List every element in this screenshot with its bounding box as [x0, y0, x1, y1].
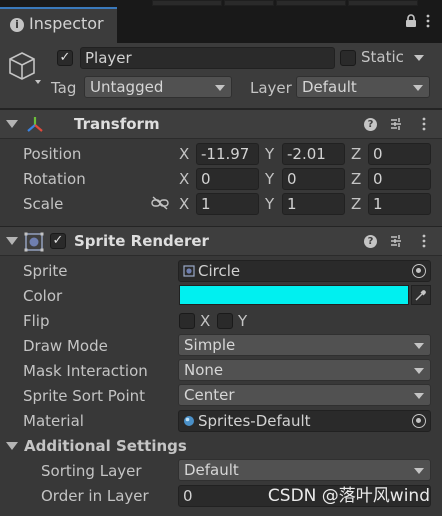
chevron-down-icon: [414, 468, 424, 474]
material-field[interactable]: Sprites-Default: [178, 410, 431, 432]
sprite-label: Sprite: [23, 262, 68, 280]
draw-mode-label: Draw Mode: [23, 337, 108, 355]
rotation-z-field[interactable]: 0: [368, 168, 431, 190]
constrain-proportions-icon[interactable]: [151, 196, 169, 214]
additional-settings-foldout-icon[interactable]: [6, 442, 18, 450]
context-menu-icon[interactable]: [421, 117, 427, 135]
sprite-renderer-icon: [24, 232, 44, 256]
flip-x-checkbox[interactable]: [179, 313, 195, 329]
eyedropper-icon: [415, 290, 426, 301]
mask-interaction-dropdown[interactable]: None: [178, 359, 431, 381]
object-picker-icon[interactable]: [412, 264, 426, 278]
transform-icon: [25, 115, 45, 139]
more-menu-icon[interactable]: [425, 14, 431, 32]
tag-value: Untagged: [90, 78, 164, 96]
context-menu-icon[interactable]: [421, 234, 427, 252]
help-icon[interactable]: ?: [364, 118, 377, 131]
chevron-down-icon: [215, 85, 225, 91]
gameobject-cube-icon[interactable]: [8, 51, 42, 89]
sprite-value: Circle: [198, 262, 241, 280]
presets-icon[interactable]: [389, 234, 403, 252]
rotation-z-axis[interactable]: Z: [351, 170, 361, 188]
layer-dropdown[interactable]: Default: [296, 76, 430, 98]
scale-z-axis[interactable]: Z: [351, 195, 361, 213]
sprite-renderer-header[interactable]: ✓ Sprite Renderer ?: [0, 226, 442, 256]
mask-interaction-label: Mask Interaction: [23, 362, 148, 380]
foldout-arrow-icon[interactable]: [6, 237, 18, 245]
rotation-y-axis[interactable]: Y: [265, 170, 274, 188]
tag-dropdown[interactable]: Untagged: [84, 76, 232, 98]
draw-mode-dropdown[interactable]: Simple: [178, 334, 431, 356]
tab-bar: i Inspector: [0, 0, 442, 43]
tab-inspector[interactable]: i Inspector: [0, 7, 117, 43]
sort-point-dropdown[interactable]: Center: [178, 384, 431, 406]
help-icon[interactable]: ?: [364, 235, 377, 248]
position-z-axis[interactable]: Z: [351, 145, 361, 163]
sprite-field[interactable]: Circle: [178, 260, 431, 282]
object-picker-icon[interactable]: [412, 414, 426, 428]
foldout-arrow-icon[interactable]: [6, 120, 18, 128]
transform-title: Transform: [74, 115, 160, 133]
scale-y-axis[interactable]: Y: [265, 195, 274, 213]
position-label[interactable]: Position: [23, 145, 81, 163]
position-z-field[interactable]: 0: [368, 143, 431, 165]
rotation-label[interactable]: Rotation: [23, 170, 86, 188]
flip-y-label: Y: [238, 312, 248, 330]
lock-icon[interactable]: [405, 14, 417, 32]
mask-interaction-value: None: [184, 361, 224, 379]
sorting-layer-value: Default: [184, 461, 239, 479]
rotation-y-field[interactable]: 0: [282, 168, 345, 190]
position-y-axis[interactable]: Y: [265, 145, 274, 163]
layer-label: Layer: [250, 79, 292, 97]
flip-y-checkbox[interactable]: [217, 313, 233, 329]
position-x-field[interactable]: -11.97: [196, 143, 259, 165]
tab-strip-edge: [122, 0, 442, 6]
chevron-down-icon: [413, 85, 423, 91]
scale-x-axis[interactable]: X: [179, 195, 189, 213]
scale-label[interactable]: Scale: [23, 195, 63, 213]
chevron-down-icon: [414, 343, 424, 349]
order-in-layer-label: Order in Layer: [41, 487, 149, 505]
sorting-layer-dropdown[interactable]: Default: [178, 459, 431, 481]
position-x-axis[interactable]: X: [179, 145, 189, 163]
color-label: Color: [23, 287, 63, 305]
rotation-x-field[interactable]: 0: [196, 168, 259, 190]
chevron-down-icon: [414, 393, 424, 399]
color-swatch[interactable]: [179, 285, 409, 305]
material-label: Material: [23, 412, 84, 430]
static-dropdown-icon[interactable]: [414, 55, 424, 61]
flip-label: Flip: [23, 312, 50, 330]
scale-y-field[interactable]: 1: [282, 193, 345, 215]
sorting-layer-label: Sorting Layer: [41, 462, 142, 480]
scale-z-field[interactable]: 1: [368, 193, 431, 215]
tag-label: Tag: [51, 79, 77, 97]
rotation-x-axis[interactable]: X: [179, 170, 189, 188]
material-value: Sprites-Default: [198, 412, 311, 430]
name-field[interactable]: Player: [80, 47, 335, 69]
active-checkbox[interactable]: ✓: [57, 50, 73, 66]
additional-settings-label[interactable]: Additional Settings: [24, 437, 187, 455]
sprite-renderer-title: Sprite Renderer: [74, 232, 209, 250]
gameobject-header: ✓ Player Static Tag Untagged Layer Defau…: [0, 43, 442, 109]
sprite-asset-icon: [183, 262, 195, 282]
tab-title: Inspector: [29, 14, 104, 33]
flip-x-label: X: [200, 312, 211, 330]
scale-x-field[interactable]: 1: [196, 193, 259, 215]
watermark: CSDN @落叶风wind: [267, 486, 430, 506]
sort-point-value: Center: [184, 386, 235, 404]
sort-point-label: Sprite Sort Point: [23, 387, 146, 405]
position-y-field[interactable]: -2.01: [282, 143, 345, 165]
eyedropper-button[interactable]: [411, 285, 431, 305]
presets-icon[interactable]: [389, 117, 403, 135]
info-icon: i: [10, 18, 24, 32]
transform-header[interactable]: Transform ?: [0, 109, 442, 139]
static-checkbox[interactable]: [340, 50, 356, 66]
draw-mode-value: Simple: [184, 336, 236, 354]
sprite-renderer-enabled-checkbox[interactable]: ✓: [50, 233, 66, 249]
layer-value: Default: [302, 78, 357, 96]
chevron-down-icon: [414, 368, 424, 374]
material-asset-icon: [183, 412, 195, 432]
static-label: Static: [361, 48, 404, 66]
